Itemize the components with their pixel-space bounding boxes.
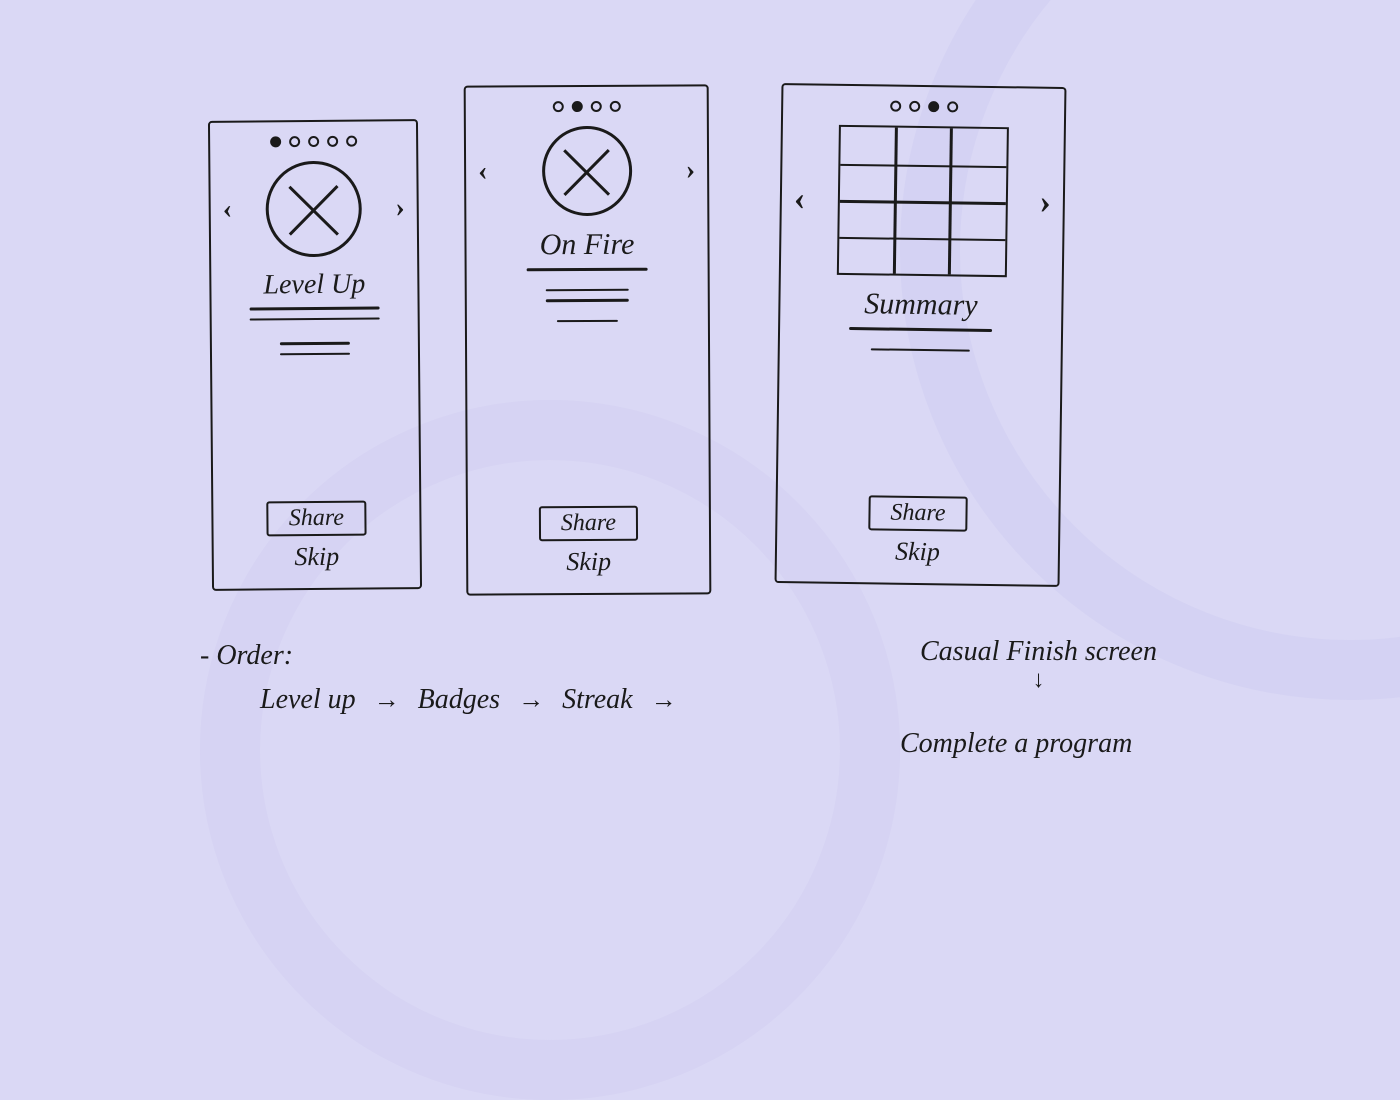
skip-button[interactable]: Skip — [895, 537, 940, 568]
page-dot[interactable] — [571, 101, 582, 112]
page-dot[interactable] — [928, 101, 939, 112]
mockup-level-up: ‹ › Level Up Share Skip — [208, 119, 422, 591]
flow-step: Badges — [418, 684, 500, 716]
share-button[interactable]: Share — [868, 495, 968, 531]
arrow-icon: → — [651, 685, 677, 715]
flow-step: Level up — [260, 684, 356, 716]
prev-chevron-icon[interactable]: ‹ — [221, 194, 235, 226]
flow-branch: Casual Finish screen ↓ — [920, 636, 1157, 692]
down-arrow-icon: ↓ — [1032, 668, 1044, 692]
page-indicator[interactable] — [890, 101, 958, 113]
page-dot[interactable] — [890, 101, 901, 112]
text-line-placeholder — [249, 306, 379, 310]
arrow-icon: → — [518, 685, 544, 715]
text-line-placeholder — [250, 317, 380, 321]
share-button[interactable]: Share — [539, 506, 638, 542]
text-line-placeholder — [871, 348, 970, 352]
next-chevron-icon[interactable]: › — [393, 192, 407, 224]
skip-button[interactable]: Skip — [566, 547, 611, 577]
flow-step: Complete a program — [900, 728, 1132, 760]
text-line-placeholder — [545, 299, 629, 302]
text-line-placeholder — [556, 319, 618, 322]
page-dot[interactable] — [270, 136, 281, 147]
hero-row: ‹ › — [220, 160, 407, 258]
screen-title: On Fire — [540, 228, 635, 262]
screen-title: Level Up — [263, 269, 365, 302]
notes-label: - Order: — [200, 640, 293, 672]
page-dot[interactable] — [909, 101, 920, 112]
page-dot[interactable] — [552, 101, 563, 112]
prev-chevron-icon[interactable]: ‹ — [476, 156, 489, 188]
hero-row: ‹ › — [476, 125, 697, 216]
hero-placeholder-icon — [541, 126, 631, 216]
flow-step: Streak — [562, 684, 633, 716]
page-indicator[interactable] — [270, 136, 357, 148]
mockup-on-fire: ‹ › On Fire Share Skip — [464, 84, 712, 595]
arrow-icon: → — [374, 685, 400, 715]
page-dot[interactable] — [308, 136, 319, 147]
screen-title: Summary — [864, 287, 978, 323]
page-dot[interactable] — [590, 101, 601, 112]
mockup-summary: ‹ › Summary Share Skip — [775, 83, 1067, 587]
text-line-placeholder — [849, 327, 993, 332]
prev-chevron-icon[interactable]: ‹ — [792, 180, 808, 218]
page-dot[interactable] — [327, 136, 338, 147]
share-button[interactable]: Share — [267, 501, 366, 537]
text-line-placeholder — [545, 288, 629, 291]
next-chevron-icon[interactable]: › — [684, 154, 697, 186]
page-indicator[interactable] — [552, 101, 620, 112]
next-chevron-icon[interactable]: › — [1037, 184, 1053, 222]
hero-row: ‹ › — [791, 124, 1054, 278]
flow-step: Casual Finish screen — [920, 636, 1157, 668]
page-dot[interactable] — [346, 136, 357, 147]
sketch-canvas: ‹ › Level Up Share Skip ‹ › On Fire — [0, 0, 1400, 860]
hero-placeholder-icon — [265, 161, 362, 258]
text-line-placeholder — [526, 268, 648, 271]
skip-button[interactable]: Skip — [294, 542, 339, 572]
text-line-placeholder — [280, 352, 351, 355]
text-line-placeholder — [280, 342, 351, 345]
grid-placeholder-icon — [836, 125, 1008, 277]
page-dot[interactable] — [289, 136, 300, 147]
page-dot[interactable] — [947, 101, 958, 112]
page-dot[interactable] — [609, 101, 620, 112]
